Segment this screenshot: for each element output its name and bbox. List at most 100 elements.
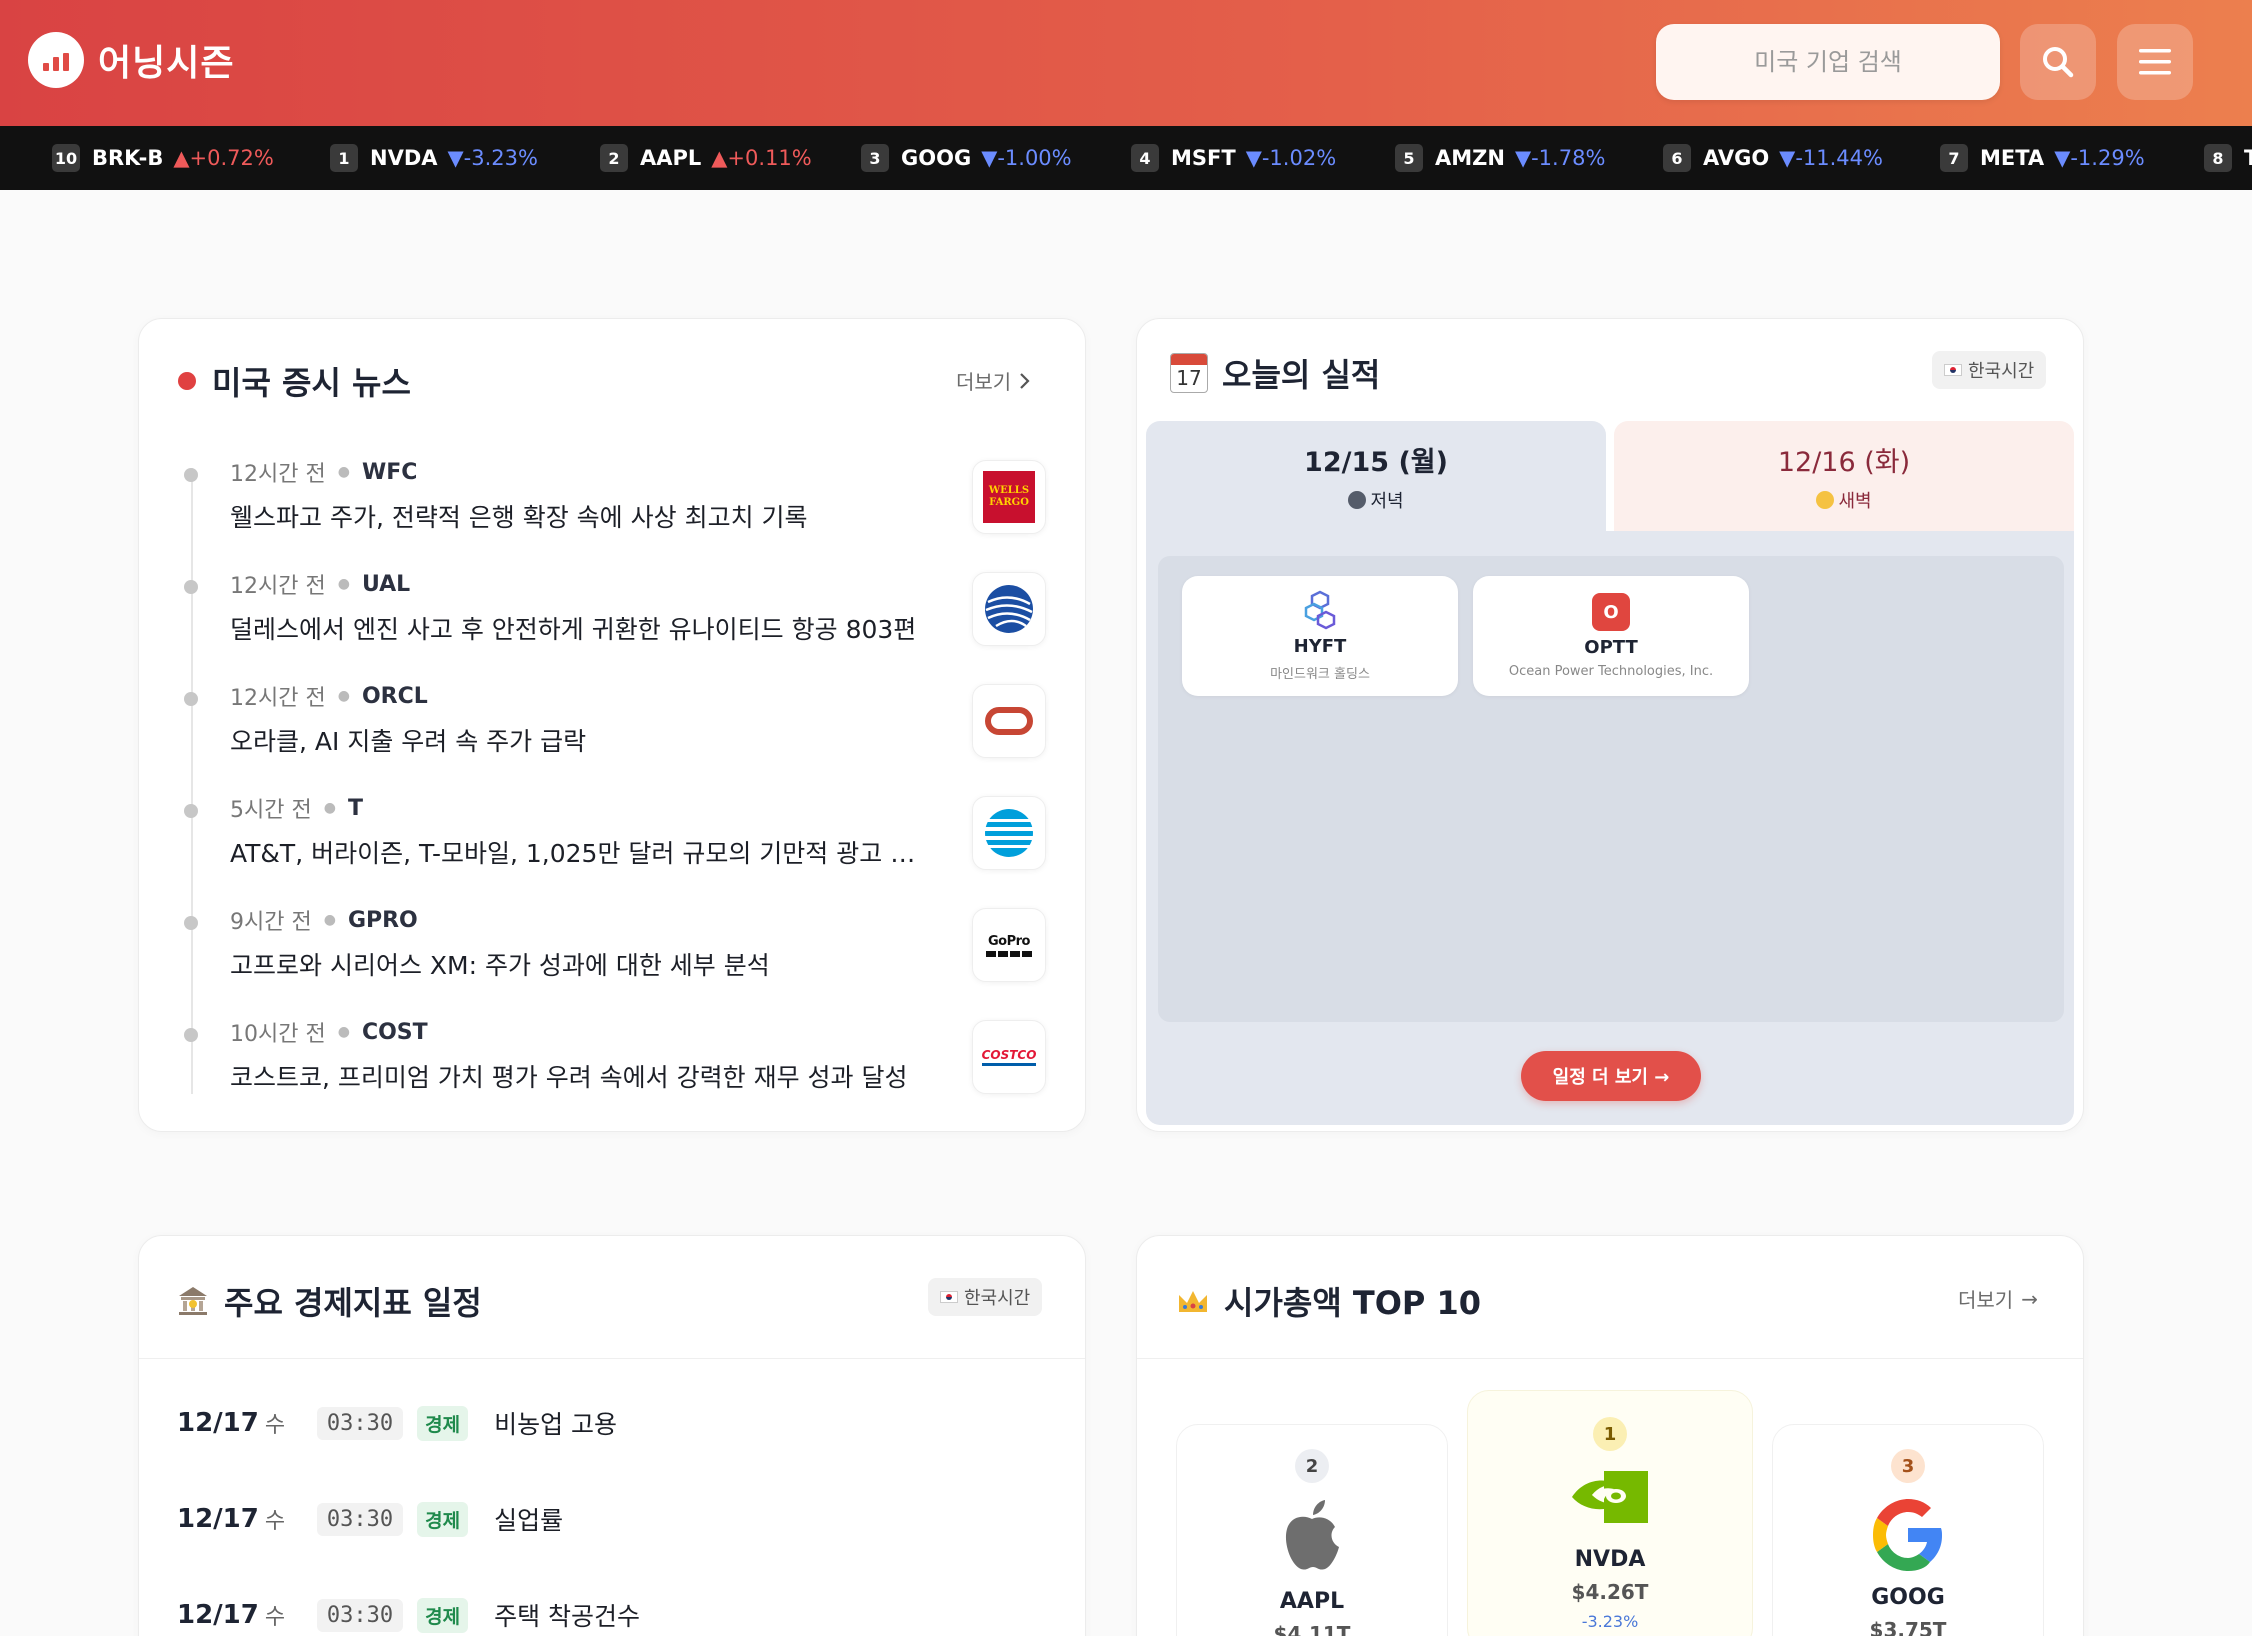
news-item[interactable]: 10시간 전 ● COST 코스트코, 프리미엄 가치 평가 우려 속에서 강력한… <box>182 1016 1052 1126</box>
news-item[interactable]: 12시간 전 ● ORCL 오라클, AI 지출 우려 속 주가 급락 <box>182 680 1052 790</box>
ticker-item[interactable]: 10 BRK-B ▲+0.72% <box>52 126 274 190</box>
ticker-rank: 1 <box>330 144 358 172</box>
timeline-bullet <box>184 1028 198 1042</box>
timezone-label: 한국시간 <box>964 1288 1031 1309</box>
stock-ticker-bar: 10 BRK-B ▲+0.72% 1 NVDA ▼-3.23% 2 AAPL ▲… <box>0 126 2252 190</box>
news-ticker: T <box>347 795 363 821</box>
section-divider <box>1137 1358 2083 1359</box>
event-date: 12/17 <box>177 1504 259 1534</box>
ticker-item[interactable]: 1 NVDA ▼-3.23% <box>330 126 538 190</box>
news-more-label: 더보기 <box>956 370 1012 394</box>
nvidia-logo <box>1572 1471 1648 1523</box>
company-symbol: OPTT <box>1584 637 1638 658</box>
korea-flag-icon <box>940 1291 958 1303</box>
ticker-rank: 6 <box>1663 144 1691 172</box>
news-meta: 12시간 전 ● UAL <box>230 568 410 600</box>
costco-logo: COSTCO <box>972 1020 1046 1094</box>
moon-icon <box>1348 490 1367 509</box>
news-meta: 9시간 전 ● GPRO <box>230 904 418 936</box>
ticker-rank: 4 <box>1131 144 1159 172</box>
news-item[interactable]: 9시간 전 ● GPRO 고프로와 시리어스 XM: 주가 성과에 대한 세부 분… <box>182 904 1052 1014</box>
news-meta: 10시간 전 ● COST <box>230 1016 428 1048</box>
tab-dec-15[interactable]: 12/15 (월) 저녁 <box>1146 421 1606 531</box>
economic-title: 주요 경제지표 일정 <box>176 1278 482 1324</box>
ticker-item[interactable]: 2 AAPL ▲+0.11% <box>600 126 812 190</box>
news-headline: 웰스파고 주가, 전략적 은행 확장 속에 사상 최고치 기록 <box>230 503 808 532</box>
ticker-change: ▼-1.78% <box>1514 146 1606 170</box>
news-time: 9시간 전 <box>230 910 312 935</box>
search-input[interactable] <box>1656 24 2000 100</box>
timeline-bullet <box>184 580 198 594</box>
chevron-right-icon <box>1020 372 1030 389</box>
news-ticker: UAL <box>361 571 411 597</box>
news-title: 미국 증시 뉴스 <box>178 358 411 404</box>
news-time: 10시간 전 <box>230 1022 326 1047</box>
economic-timezone-badge: 한국시간 <box>928 1278 1043 1316</box>
tab-date: 12/16 (화) <box>1777 446 1911 478</box>
company-symbol: NVDA <box>1574 1547 1646 1572</box>
rank-badge: 2 <box>1295 1449 1329 1483</box>
event-time: 03:30 <box>316 1406 404 1440</box>
ticker-rank: 7 <box>1940 144 1968 172</box>
search-button[interactable] <box>2020 24 2096 100</box>
ticker-change: ▼-1.29% <box>2054 146 2145 170</box>
ticker-item[interactable]: 5 AMZN ▼-1.78% <box>1395 126 1605 190</box>
event-weekday: 수 <box>264 1605 286 1630</box>
tab-date: 12/15 (월) <box>1304 446 1448 478</box>
company-symbol: AAPL <box>1279 1589 1345 1614</box>
economic-event-row[interactable]: 12/17 수 03:30 경제 실업률 <box>177 1499 1057 1539</box>
more-schedule-button[interactable]: 일정 더 보기 → <box>1521 1051 1701 1101</box>
gopro-logo-text: GoPro <box>988 933 1030 949</box>
united-airlines-logo <box>972 572 1046 646</box>
top10-item-aapl[interactable]: 2 AAPL $4.11T <box>1176 1424 1448 1636</box>
news-item[interactable]: 12시간 전 ● UAL 덜레스에서 엔진 사고 후 안전하게 귀환한 유나이티드… <box>182 568 1052 678</box>
mindwalk-logo <box>1304 590 1336 630</box>
oracle-logo <box>972 684 1046 758</box>
top10-item-nvda[interactable]: 1 NVDA $4.26T -3.23% <box>1467 1390 1753 1636</box>
news-item[interactable]: 12시간 전 ● WFC 웰스파고 주가, 전략적 은행 확장 속에 사상 최고치… <box>182 456 1052 566</box>
event-category-badge: 경제 <box>417 1597 469 1633</box>
event-weekday: 수 <box>264 1509 286 1534</box>
sleepy-face-icon <box>1816 490 1835 509</box>
news-meta: 12시간 전 ● ORCL <box>230 680 428 712</box>
news-time: 12시간 전 <box>230 462 326 487</box>
ticker-symbol: MSFT <box>1171 146 1236 170</box>
timeline-bullet <box>184 692 198 706</box>
earnings-company-card[interactable]: O OPTT Ocean Power Technologies, Inc. <box>1473 576 1749 696</box>
top10-more-link[interactable]: 더보기 → <box>1958 1284 2038 1313</box>
ticker-symbol: T <box>2244 146 2252 170</box>
ticker-item[interactable]: 8 T <box>2204 126 2252 190</box>
news-item[interactable]: 5시간 전 ● T AT&T, 버라이즌, T-모바일, 1,025만 달러 규모… <box>182 792 1052 902</box>
earnings-company-card[interactable]: HYFT 마인드워크 홀딩스 <box>1182 576 1458 696</box>
live-dot-icon <box>178 372 196 390</box>
rank-badge: 3 <box>1891 1449 1925 1483</box>
ticker-rank: 8 <box>2204 144 2232 172</box>
event-time: 03:30 <box>316 1502 404 1536</box>
tab-dec-16[interactable]: 12/16 (화) 새벽 <box>1614 421 2074 531</box>
news-title-text: 미국 증시 뉴스 <box>212 364 411 402</box>
bar-chart-icon <box>28 32 84 88</box>
news-meta: 5시간 전 ● T <box>230 792 363 824</box>
menu-button[interactable] <box>2117 24 2193 100</box>
news-time: 12시간 전 <box>230 574 326 599</box>
top10-title: 시가총액 TOP 10 <box>1176 1278 1481 1324</box>
timeline-bullet <box>184 468 198 482</box>
news-more-link[interactable]: 더보기 <box>956 366 1031 395</box>
hamburger-icon <box>2139 49 2171 75</box>
news-meta: 12시간 전 ● WFC <box>230 456 417 488</box>
ticker-symbol: META <box>1980 146 2045 170</box>
gopro-logo: GoPro <box>972 908 1046 982</box>
economic-event-row[interactable]: 12/17 수 03:30 경제 주택 착공건수 <box>177 1595 1057 1635</box>
event-weekday: 수 <box>264 1413 286 1438</box>
company-symbol: GOOG <box>1871 1585 1945 1610</box>
ticker-item[interactable]: 4 MSFT ▼-1.02% <box>1131 126 1336 190</box>
top10-item-goog[interactable]: 3 GOOG $3.75T <box>1772 1424 2044 1636</box>
economic-event-row[interactable]: 12/17 수 03:30 경제 비농업 고용 <box>177 1403 1057 1443</box>
ticker-symbol: NVDA <box>370 146 438 170</box>
ticker-item[interactable]: 7 META ▼-1.29% <box>1940 126 2145 190</box>
brand-logo[interactable]: 어닝시즌 <box>28 32 234 88</box>
ticker-change: ▼-1.00% <box>981 146 1072 170</box>
ticker-item[interactable]: 3 GOOG ▼-1.00% <box>861 126 1072 190</box>
market-cap: $3.75T <box>1869 1618 1947 1636</box>
ticker-item[interactable]: 6 AVGO ▼-11.44% <box>1663 126 1883 190</box>
